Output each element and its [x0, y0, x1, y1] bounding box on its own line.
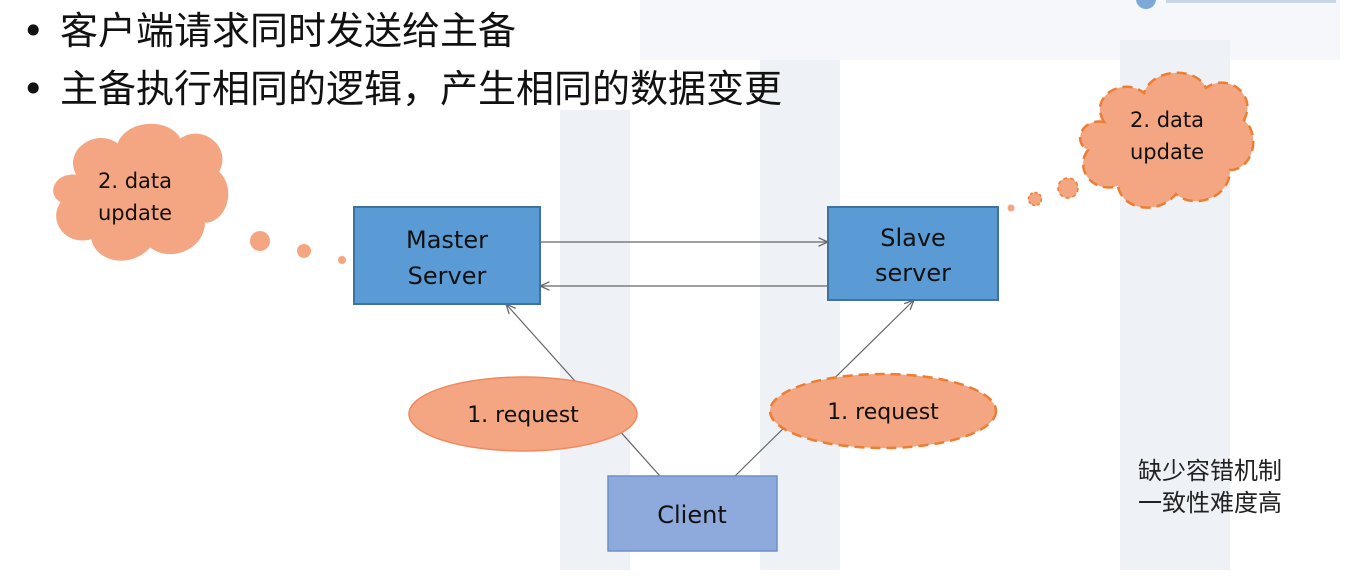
request-ellipse-right: 1. request	[768, 372, 998, 450]
thought-bubble-right-small	[1007, 204, 1015, 212]
slave-label-line2: server	[875, 259, 951, 287]
request-ellipse-left: 1. request	[408, 376, 638, 452]
update-left-line1: 2. data	[98, 169, 172, 193]
thought-bubble-left-small	[338, 256, 346, 264]
thought-bubble-right-large	[1057, 177, 1079, 199]
thought-bubble-left-large	[250, 231, 270, 251]
slave-label-line1: Slave	[880, 224, 946, 252]
client-label: Client	[657, 501, 726, 529]
master-label-line2: Server	[408, 262, 487, 290]
request-right-label: 1. request	[827, 400, 939, 425]
master-server-box: Master Server	[353, 206, 541, 305]
data-update-cloud-right: 2. data update	[1078, 71, 1255, 209]
slave-server-box: Slave server	[827, 206, 999, 301]
data-update-cloud-left: 2. data update	[53, 123, 229, 261]
request-left-label: 1. request	[467, 403, 579, 428]
client-box: Client	[607, 475, 778, 552]
master-label-line1: Master	[406, 226, 488, 254]
update-right-line2: update	[1130, 140, 1204, 164]
note-line: 缺少容错机制	[1138, 457, 1282, 485]
update-right-line1: 2. data	[1130, 108, 1204, 132]
update-left-line2: update	[98, 201, 172, 225]
note-line: 一致性难度高	[1138, 489, 1282, 517]
thought-bubble-right-medium	[1027, 191, 1043, 207]
note: 缺少容错机制 一致性难度高	[1138, 455, 1282, 519]
thought-bubble-left-medium	[297, 244, 311, 258]
